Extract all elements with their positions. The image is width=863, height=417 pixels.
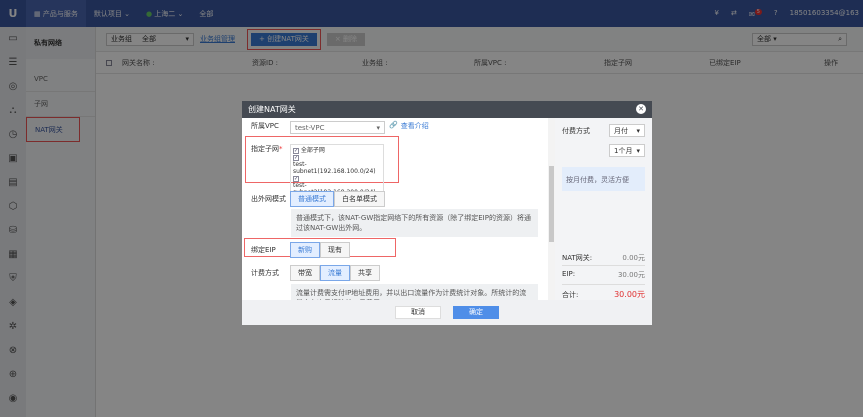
- eip-existing[interactable]: 现有: [320, 242, 350, 258]
- nat-price-label: NAT网关:: [562, 254, 593, 262]
- duration-value: 1个月: [614, 146, 633, 155]
- nat-price: 0.00元: [622, 254, 645, 262]
- price-panel: 付费方式 月付 ▾ 1个月 ▾ 按月付费，灵活方便 NAT网关: 0.00元 EIP:…: [555, 118, 652, 300]
- eip-price: 30.00元: [617, 271, 645, 279]
- mode-whitelist[interactable]: 白名单模式: [334, 191, 385, 207]
- billing-shared[interactable]: 共享: [350, 265, 380, 281]
- mode-hint: 普通模式下，该NAT-GW指定网络下的所有资源（除了绑定EIP的资源）将通过该N…: [291, 209, 538, 237]
- subnet-label: 指定子网*: [242, 144, 290, 154]
- billing-hint: 流量计费需支付IP地址费用，并以出口流量作为计费统计对象。所统计的流量会在次日扣…: [291, 284, 538, 300]
- required-mark: *: [279, 145, 283, 153]
- total-price: 30.00元: [614, 290, 645, 299]
- pay-select[interactable]: 月付 ▾: [609, 124, 645, 137]
- duration-select[interactable]: 1个月 ▾: [609, 144, 645, 157]
- subnet-all-label: 全部子网: [300, 147, 325, 154]
- dialog-title: 创建NAT网关: [248, 105, 296, 114]
- vpc-intro-link[interactable]: 查看介绍: [401, 121, 429, 131]
- create-nat-dialog: 创建NAT网关 ✕ 所属VPC test-VPC ▾ 🔗 查看介绍 指定子网* ✓ 全…: [242, 101, 652, 325]
- total-label: 合计:: [562, 290, 579, 299]
- close-icon[interactable]: ✕: [636, 104, 646, 114]
- eip-new[interactable]: 新购: [290, 242, 320, 258]
- vpc-label: 所属VPC: [251, 122, 279, 130]
- subnet-label-text: 指定子网: [251, 145, 279, 153]
- eip-price-label: EIP:: [562, 270, 576, 278]
- subnet-all[interactable]: ✓ 全部子网: [293, 147, 381, 154]
- dialog-scrollbar[interactable]: [548, 118, 555, 300]
- vpc-value: test-VPC: [295, 123, 325, 132]
- billing-traffic[interactable]: 流量: [320, 265, 350, 281]
- pay-label: 付费方式: [562, 126, 590, 135]
- link-icon: 🔗: [389, 121, 398, 129]
- scrollbar-thumb[interactable]: [549, 166, 554, 242]
- vpc-select[interactable]: test-VPC ▾: [290, 121, 385, 134]
- mode-label: 出外网模式: [251, 195, 286, 203]
- pay-hint: 按月付费，灵活方便: [562, 167, 645, 191]
- subnet-1[interactable]: test-subnet1(192.168.100.0/24): [293, 161, 381, 175]
- billing-bandwidth[interactable]: 带宽: [290, 265, 320, 281]
- eip-label: 绑定EIP: [251, 246, 276, 254]
- confirm-button[interactable]: 确定: [453, 306, 499, 319]
- pay-value: 月付: [614, 126, 628, 135]
- mode-normal[interactable]: 普通模式: [290, 191, 334, 207]
- cancel-button[interactable]: 取消: [395, 306, 441, 319]
- billing-label: 计费方式: [251, 269, 279, 277]
